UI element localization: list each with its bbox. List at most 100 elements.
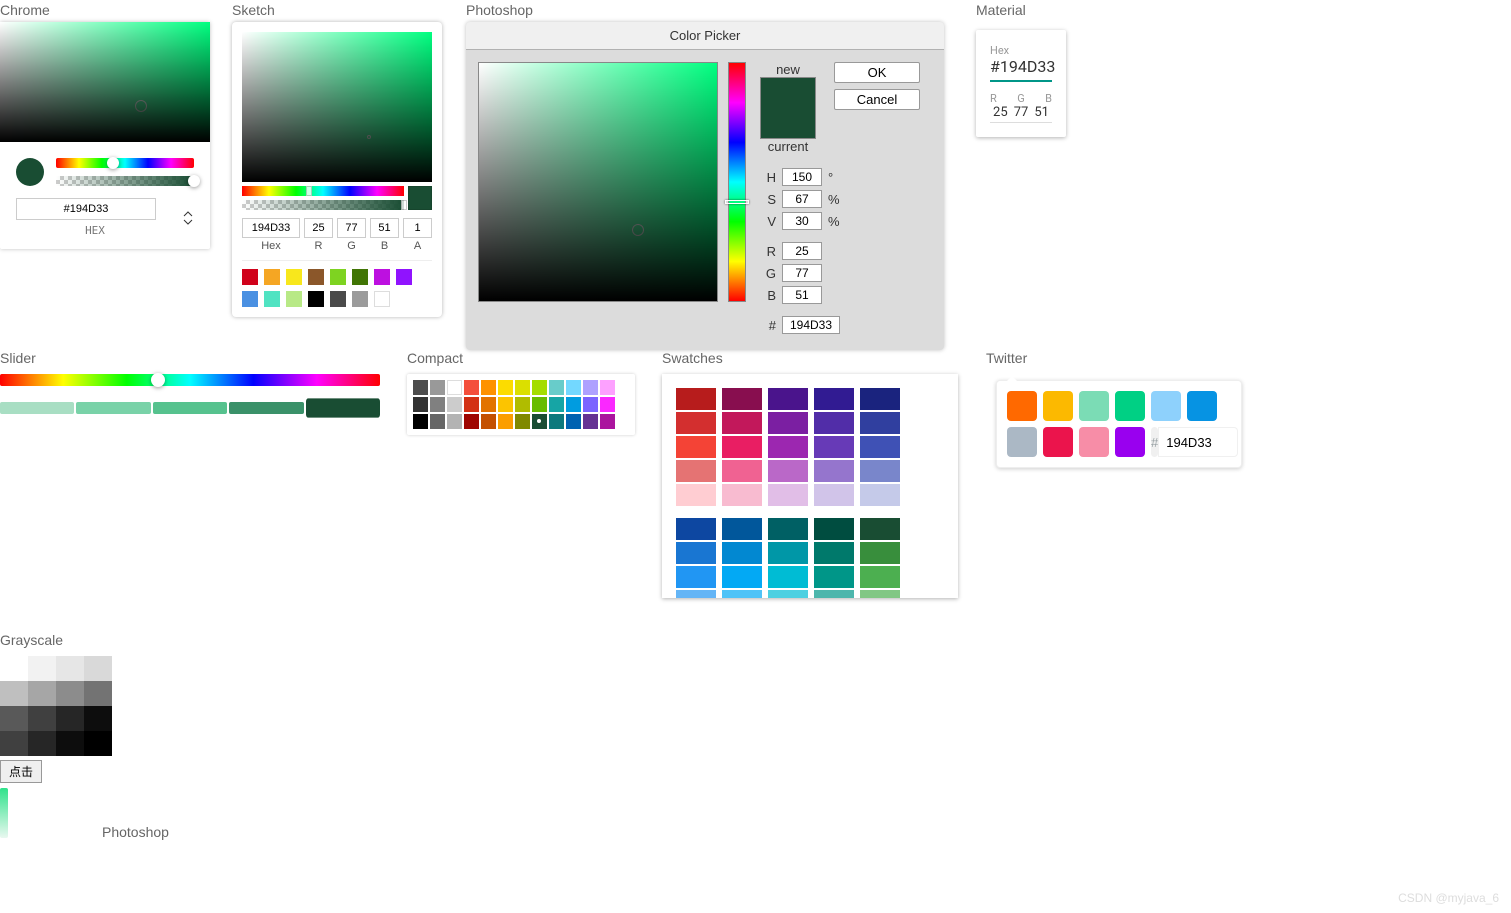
- swatches-swatch[interactable]: [676, 542, 716, 564]
- swatches-swatch[interactable]: [860, 460, 900, 482]
- chrome-saturation[interactable]: [0, 22, 210, 142]
- twitter-swatch[interactable]: [1115, 391, 1145, 421]
- swatches-swatch[interactable]: [814, 542, 854, 564]
- chrome-hue-handle[interactable]: [107, 157, 119, 169]
- compact-swatch[interactable]: [600, 380, 615, 395]
- ps-r-input[interactable]: [782, 242, 822, 260]
- grayscale-swatch[interactable]: [84, 731, 112, 756]
- swatches-swatch[interactable]: [814, 590, 854, 598]
- swatches-swatch[interactable]: [722, 436, 762, 458]
- material-hex-value[interactable]: #194D33: [990, 57, 1052, 82]
- compact-swatch[interactable]: [515, 414, 530, 429]
- sketch-hue-handle[interactable]: [306, 186, 312, 196]
- swatches-swatch[interactable]: [768, 518, 808, 540]
- compact-swatch[interactable]: [583, 414, 598, 429]
- swatches-swatch[interactable]: [676, 566, 716, 588]
- compact-swatch[interactable]: [430, 380, 445, 395]
- swatches-swatch[interactable]: [676, 388, 716, 410]
- twitter-hex-input[interactable]: [1158, 427, 1238, 457]
- ps-s-input[interactable]: [782, 190, 822, 208]
- compact-swatch[interactable]: [481, 414, 496, 429]
- twitter-swatch[interactable]: [1043, 391, 1073, 421]
- material-b-value[interactable]: 51: [1031, 105, 1052, 123]
- mini-gradient[interactable]: [0, 788, 8, 838]
- grayscale-swatch[interactable]: [56, 681, 84, 706]
- swatches-swatch[interactable]: [768, 590, 808, 598]
- compact-swatch[interactable]: [481, 397, 496, 412]
- grayscale-swatch[interactable]: [84, 706, 112, 731]
- compact-swatch[interactable]: [498, 397, 513, 412]
- slider-shade-swatch[interactable]: [153, 402, 227, 414]
- sketch-hue-slider[interactable]: [242, 186, 404, 196]
- swatches-swatch[interactable]: [722, 518, 762, 540]
- sketch-preset-swatch[interactable]: [264, 269, 280, 285]
- swatches-swatch[interactable]: [860, 484, 900, 506]
- compact-swatch[interactable]: [464, 397, 479, 412]
- twitter-swatch[interactable]: [1079, 391, 1109, 421]
- ps-hex-input[interactable]: [782, 316, 840, 334]
- photoshop-hue-handle[interactable]: [725, 200, 749, 204]
- swatches-swatch[interactable]: [814, 566, 854, 588]
- grayscale-swatch[interactable]: [0, 706, 28, 731]
- sketch-g-input[interactable]: [337, 218, 366, 238]
- swatches-swatch[interactable]: [814, 460, 854, 482]
- swatches-swatch[interactable]: [722, 412, 762, 434]
- swatches-swatch[interactable]: [814, 436, 854, 458]
- compact-swatch[interactable]: [430, 414, 445, 429]
- compact-swatch[interactable]: [515, 380, 530, 395]
- swatches-swatch[interactable]: [860, 436, 900, 458]
- chrome-alpha-handle[interactable]: [188, 175, 200, 187]
- swatches-swatch[interactable]: [768, 566, 808, 588]
- compact-swatch[interactable]: [532, 397, 547, 412]
- compact-swatch[interactable]: [430, 397, 445, 412]
- swatches-swatch[interactable]: [722, 590, 762, 598]
- compact-swatch[interactable]: [447, 397, 462, 412]
- compact-swatch[interactable]: [447, 380, 462, 395]
- sketch-preset-swatch[interactable]: [286, 269, 302, 285]
- sketch-alpha-slider[interactable]: [242, 200, 404, 210]
- compact-swatch[interactable]: [498, 380, 513, 395]
- swatches-swatch[interactable]: [722, 484, 762, 506]
- twitter-swatch[interactable]: [1115, 427, 1145, 457]
- swatches-swatch[interactable]: [814, 518, 854, 540]
- ps-v-input[interactable]: [782, 212, 822, 230]
- slider-hue-handle[interactable]: [151, 373, 165, 387]
- slider-hue[interactable]: [0, 374, 380, 386]
- twitter-swatch[interactable]: [1151, 391, 1181, 421]
- swatches-swatch[interactable]: [722, 566, 762, 588]
- twitter-swatch[interactable]: [1079, 427, 1109, 457]
- swatches-swatch[interactable]: [814, 484, 854, 506]
- compact-swatch[interactable]: [447, 414, 462, 429]
- swatches-swatch[interactable]: [860, 542, 900, 564]
- compact-swatch[interactable]: [464, 380, 479, 395]
- sketch-preset-swatch[interactable]: [264, 291, 280, 307]
- compact-swatch[interactable]: [566, 397, 581, 412]
- compact-swatch[interactable]: [464, 414, 479, 429]
- compact-swatch[interactable]: [481, 380, 496, 395]
- compact-swatch[interactable]: [413, 397, 428, 412]
- swatches-swatch[interactable]: [814, 412, 854, 434]
- compact-swatch[interactable]: [515, 397, 530, 412]
- sketch-preset-swatch[interactable]: [352, 269, 368, 285]
- grayscale-swatch[interactable]: [28, 706, 56, 731]
- grayscale-swatch[interactable]: [84, 681, 112, 706]
- compact-swatch[interactable]: [549, 414, 564, 429]
- compact-swatch[interactable]: [566, 414, 581, 429]
- swatches-swatch[interactable]: [676, 518, 716, 540]
- chrome-alpha-slider[interactable]: [56, 176, 194, 186]
- slider-shade-swatch[interactable]: [0, 402, 74, 414]
- ps-b-input[interactable]: [782, 286, 822, 304]
- grayscale-swatch[interactable]: [28, 656, 56, 681]
- twitter-swatch[interactable]: [1007, 391, 1037, 421]
- ps-h-input[interactable]: [782, 168, 822, 186]
- swatches-swatch[interactable]: [768, 484, 808, 506]
- swatches-swatch[interactable]: [676, 412, 716, 434]
- swatches-swatch[interactable]: [768, 388, 808, 410]
- swatches-swatch[interactable]: [722, 460, 762, 482]
- compact-swatch[interactable]: [532, 380, 547, 395]
- photoshop-hue-slider[interactable]: [728, 62, 746, 302]
- sketch-saturation-pointer[interactable]: [367, 135, 371, 139]
- swatches-picker[interactable]: [662, 374, 958, 598]
- sketch-preset-swatch[interactable]: [352, 291, 368, 307]
- grayscale-swatch[interactable]: [28, 681, 56, 706]
